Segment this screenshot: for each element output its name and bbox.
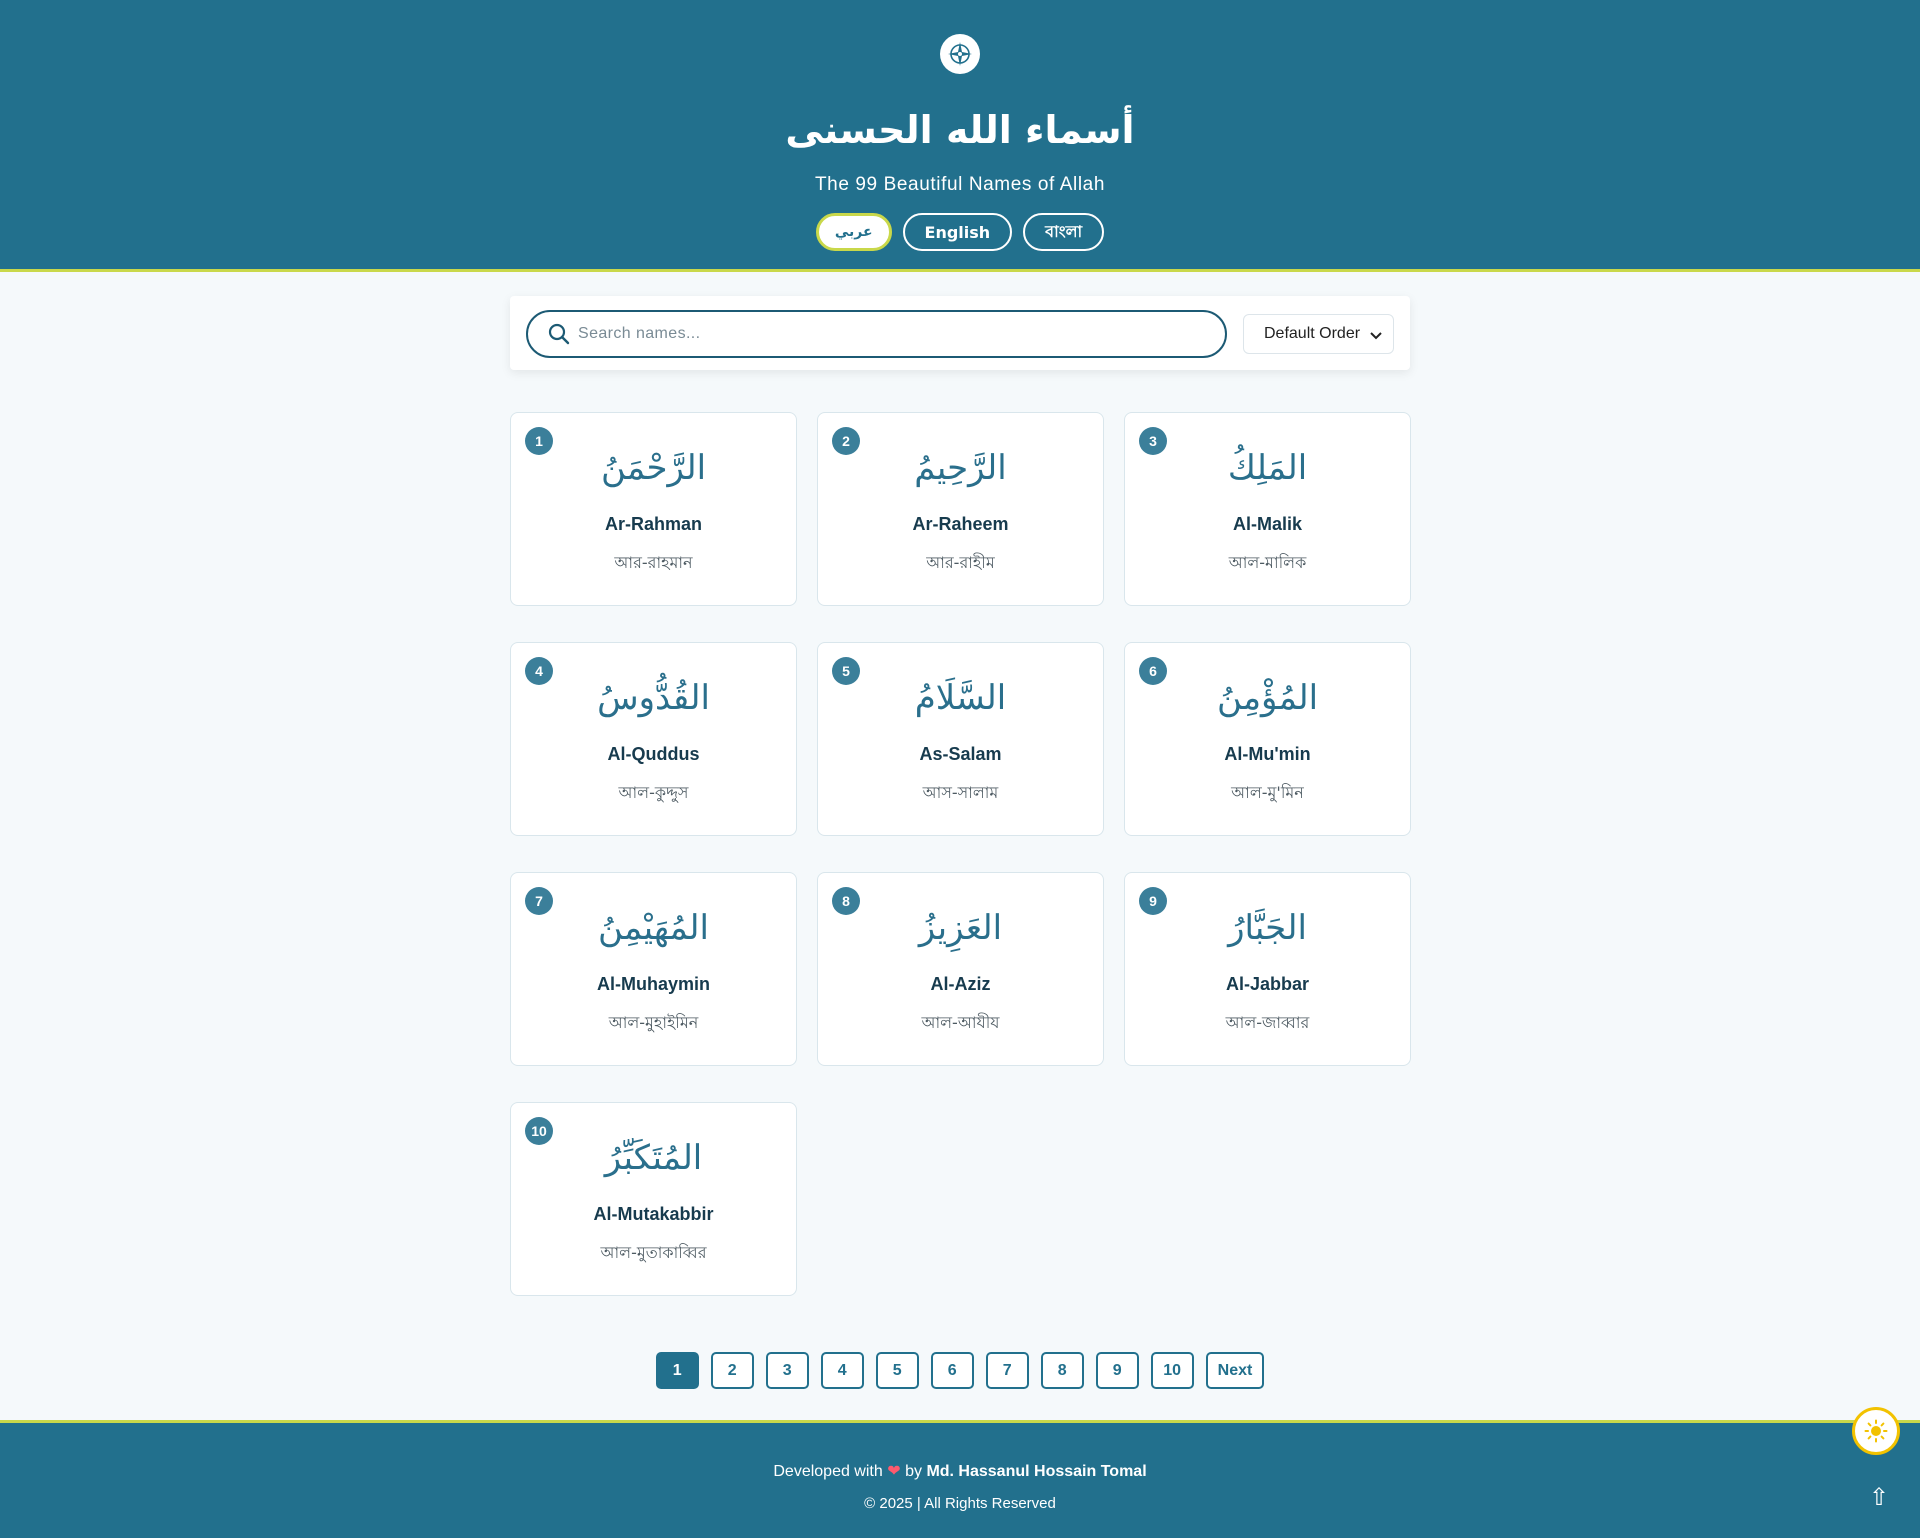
site-footer: Developed with ❤ by Md. Hassanul Hossain… bbox=[0, 1420, 1920, 1538]
name-card[interactable]: 2 الرَّحِيمُ Ar-Raheem আর-রাহীম bbox=[817, 412, 1104, 606]
name-transliteration: Al-Mutakabbir bbox=[593, 1204, 714, 1224]
page-button-7[interactable]: 7 bbox=[985, 1352, 1029, 1389]
lang-button-english[interactable]: English bbox=[902, 213, 1013, 251]
name-bengali: আল-কুদ্দুস bbox=[618, 783, 689, 802]
name-bengali: আর-রাহীম bbox=[926, 553, 995, 572]
name-card[interactable]: 5 السَّلَامُ As-Salam আস-সালাম bbox=[817, 642, 1104, 836]
page-button-6[interactable]: 6 bbox=[930, 1352, 974, 1389]
name-card[interactable]: 8 العَزِيزُ Al-Aziz আল-আযীয bbox=[817, 872, 1104, 1066]
next-page-button[interactable]: Next bbox=[1205, 1352, 1265, 1389]
site-header: أسماء الله الحسنى The 99 Beautiful Names… bbox=[0, 0, 1920, 272]
name-arabic: الرَّحْمَنُ bbox=[600, 448, 707, 488]
page-button-1[interactable]: 1 bbox=[655, 1352, 699, 1389]
names-grid: 1 الرَّحْمَنُ Ar-Rahman আর-রাহমান 2 الرَ… bbox=[510, 412, 1411, 1296]
lang-button-bangla[interactable]: বাংলা bbox=[1023, 213, 1105, 251]
search-icon bbox=[548, 323, 570, 345]
name-bengali: আল-মু'মিন bbox=[1231, 783, 1304, 802]
sort-select-value: Default Order bbox=[1264, 325, 1361, 342]
name-card[interactable]: 4 القُدُّوسُ Al-Quddus আল-কুদ্দুস bbox=[510, 642, 797, 836]
name-card[interactable]: 9 الجَبَّارُ Al-Jabbar আল-জাব্বার bbox=[1124, 872, 1411, 1066]
pagination: 1 2 3 4 5 6 7 8 9 10 Next bbox=[0, 1352, 1920, 1389]
name-bengali: আল-মালিক bbox=[1228, 553, 1307, 572]
page-button-9[interactable]: 9 bbox=[1095, 1352, 1139, 1389]
chevron-down-icon bbox=[1370, 332, 1382, 340]
sort-select[interactable]: Default Order bbox=[1243, 314, 1394, 354]
page-button-5[interactable]: 5 bbox=[875, 1352, 919, 1389]
lang-button-arabic[interactable]: عربي bbox=[815, 213, 892, 251]
page-button-4[interactable]: 4 bbox=[820, 1352, 864, 1389]
name-transliteration: Ar-Rahman bbox=[604, 514, 702, 534]
name-transliteration: Al-Mu'min bbox=[1224, 744, 1311, 764]
name-card[interactable]: 6 المُؤْمِنُ Al-Mu'min আল-মু'মিন bbox=[1124, 642, 1411, 836]
heart-icon: ❤ bbox=[887, 1463, 901, 1480]
name-bengali: আল-মুহাইমিন bbox=[608, 1013, 699, 1032]
name-bengali: আল-জাব্বার bbox=[1225, 1013, 1310, 1032]
name-arabic: الرَّحِيمُ bbox=[914, 448, 1007, 488]
name-bengali: আল-আযীয bbox=[921, 1013, 1000, 1032]
page-button-2[interactable]: 2 bbox=[710, 1352, 754, 1389]
name-transliteration: Al-Aziz bbox=[930, 974, 991, 994]
name-card[interactable]: 10 المُتَكَبِّرُ Al-Mutakabbir আল-মুতাকা… bbox=[510, 1102, 797, 1296]
page-button-3[interactable]: 3 bbox=[765, 1352, 809, 1389]
language-switcher: عربي English বাংলা bbox=[0, 213, 1920, 251]
name-transliteration: Ar-Raheem bbox=[912, 514, 1009, 534]
name-bengali: আল-মুতাকাব্বির bbox=[600, 1243, 707, 1262]
search-box[interactable] bbox=[526, 310, 1227, 358]
name-transliteration: Al-Jabbar bbox=[1225, 974, 1310, 994]
name-transliteration: As-Salam bbox=[919, 744, 1002, 764]
name-arabic: المُؤْمِنُ bbox=[1216, 678, 1319, 718]
name-arabic: المُتَكَبِّرُ bbox=[604, 1138, 703, 1178]
search-panel: Default Order bbox=[510, 296, 1410, 370]
name-transliteration: Al-Malik bbox=[1232, 514, 1302, 534]
page-button-10[interactable]: 10 bbox=[1150, 1352, 1194, 1389]
page-subtitle: The 99 Beautiful Names of Allah bbox=[814, 174, 1106, 195]
name-bengali: আস-সালাম bbox=[922, 783, 999, 802]
footer-copyright: © 2025 | All Rights Reserved bbox=[864, 1495, 1056, 1512]
name-card[interactable]: 7 المُهَيْمِنُ Al-Muhaymin আল-মুহাইমিন bbox=[510, 872, 797, 1066]
page-button-8[interactable]: 8 bbox=[1040, 1352, 1084, 1389]
footer-credit: Developed with ❤ by Md. Hassanul Hossain… bbox=[0, 1461, 1920, 1481]
name-transliteration: Al-Muhaymin bbox=[596, 974, 710, 994]
footer-by: by bbox=[905, 1463, 922, 1480]
name-arabic: المُهَيْمِنُ bbox=[598, 908, 709, 948]
compass-icon bbox=[940, 34, 980, 74]
arrow-up-icon[interactable]: ⇧ bbox=[1866, 1484, 1892, 1512]
search-input[interactable] bbox=[578, 325, 1178, 343]
name-arabic: العَزِيزُ bbox=[918, 908, 1003, 948]
name-arabic: القُدُّوسُ bbox=[597, 678, 710, 718]
name-card[interactable]: 1 الرَّحْمَنُ Ar-Rahman আর-রাহমান bbox=[510, 412, 797, 606]
page-title: أسماء الله الحسنى bbox=[785, 108, 1135, 152]
developer-name: Md. Hassanul Hossain Tomal bbox=[926, 1463, 1147, 1480]
name-arabic: الجَبَّارُ bbox=[1228, 908, 1307, 948]
name-transliteration: Al-Quddus bbox=[607, 744, 700, 764]
name-arabic: المَلِكُ bbox=[1227, 448, 1308, 488]
sun-icon bbox=[1864, 1419, 1888, 1443]
theme-toggle-button[interactable] bbox=[1852, 1407, 1900, 1455]
name-card[interactable]: 3 المَلِكُ Al-Malik আল-মালিক bbox=[1124, 412, 1411, 606]
footer-developed-prefix: Developed with bbox=[773, 1463, 883, 1480]
name-bengali: আর-রাহমান bbox=[614, 553, 693, 572]
name-arabic: السَّلَامُ bbox=[914, 678, 1007, 718]
